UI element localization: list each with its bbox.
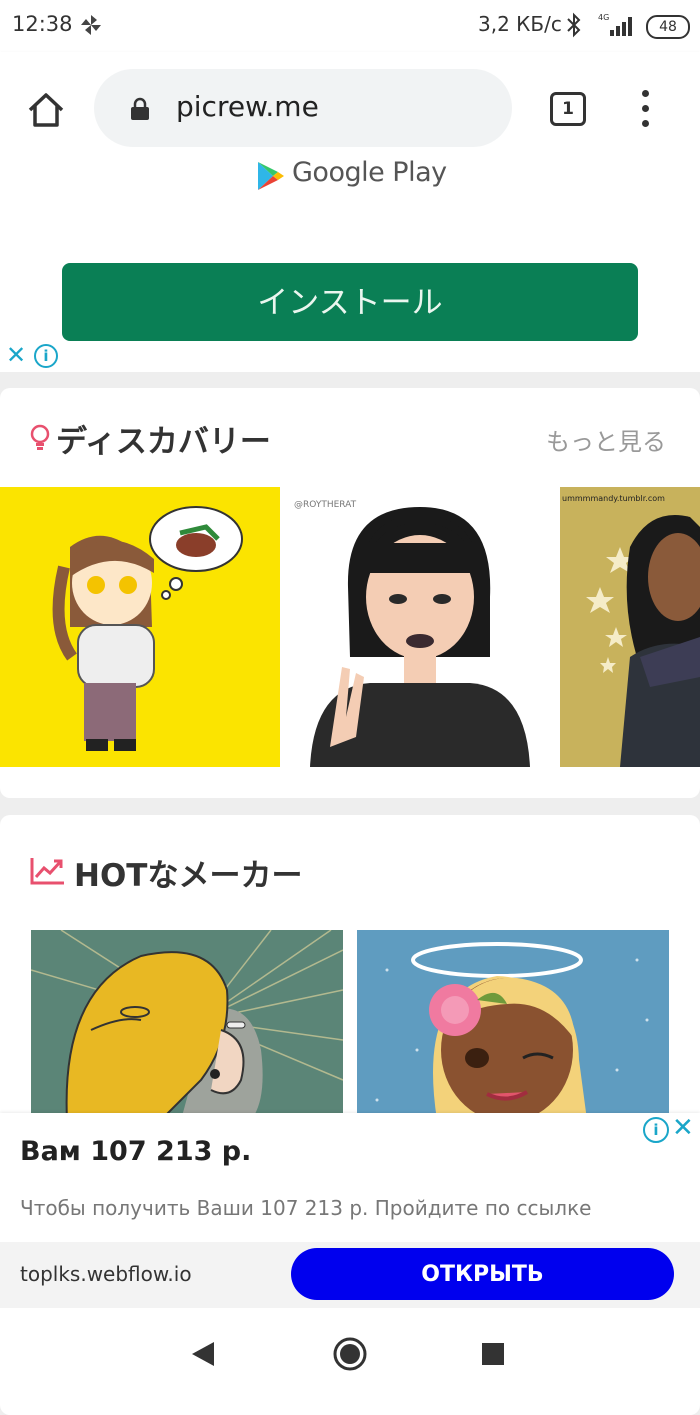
discovery-thumbnail[interactable]: @ROYTHERAT — [290, 487, 548, 767]
pinwheel-icon — [80, 12, 102, 42]
recents-icon[interactable] — [482, 1343, 504, 1369]
home-icon[interactable] — [24, 88, 68, 132]
network-type: 4G — [598, 13, 609, 22]
thumbnail-watermark: ummmmandy.tumblr.com — [562, 494, 665, 503]
thumbnail-watermark: @ROYTHERAT — [294, 500, 357, 510]
battery-indicator: 48 — [646, 15, 690, 39]
info-icon[interactable]: i — [643, 1117, 669, 1143]
discovery-title: ディスカバリー — [56, 424, 271, 460]
back-icon[interactable] — [190, 1340, 216, 1372]
hot-maker-thumbnail[interactable] — [31, 930, 343, 1120]
close-icon[interactable]: ✕ — [672, 1114, 694, 1142]
bluetooth-icon — [566, 12, 582, 42]
hot-maker-thumbnail[interactable] — [357, 930, 669, 1120]
discovery-thumbnail[interactable] — [0, 487, 280, 767]
info-icon[interactable]: i — [34, 344, 58, 368]
trending-icon — [30, 856, 66, 890]
google-play-icon — [256, 160, 286, 196]
signal-icon: 4G — [596, 12, 636, 42]
status-bar — [0, 0, 700, 52]
close-icon[interactable]: ✕ — [6, 341, 26, 369]
status-time: 12:38 — [12, 12, 73, 36]
ad-title[interactable]: Вам 107 213 р. — [20, 1136, 251, 1167]
ad-description: Чтобы получить Ваши 107 213 р. Пройдите … — [20, 1196, 592, 1220]
home-nav-icon[interactable] — [332, 1336, 368, 1376]
ad-domain[interactable]: toplks.webflow.io — [20, 1262, 192, 1286]
discovery-thumbnail[interactable]: ummmmandy.tumblr.com — [560, 487, 700, 767]
lock-icon — [130, 97, 150, 125]
tabs-button[interactable]: 1 — [550, 92, 586, 126]
network-speed: 3,2 КБ/с — [478, 12, 562, 36]
install-button[interactable]: インストール — [62, 263, 638, 341]
hot-makers-title: HOTなメーカー — [74, 858, 303, 894]
see-more-link[interactable]: もっと見る — [546, 422, 666, 457]
bulb-icon — [30, 424, 50, 456]
open-button[interactable]: ОТКРЫТЬ — [291, 1248, 674, 1300]
google-play-label: Google Play — [292, 157, 447, 188]
url-text[interactable]: picrew.me — [176, 90, 319, 123]
more-vert-icon[interactable] — [634, 90, 658, 130]
